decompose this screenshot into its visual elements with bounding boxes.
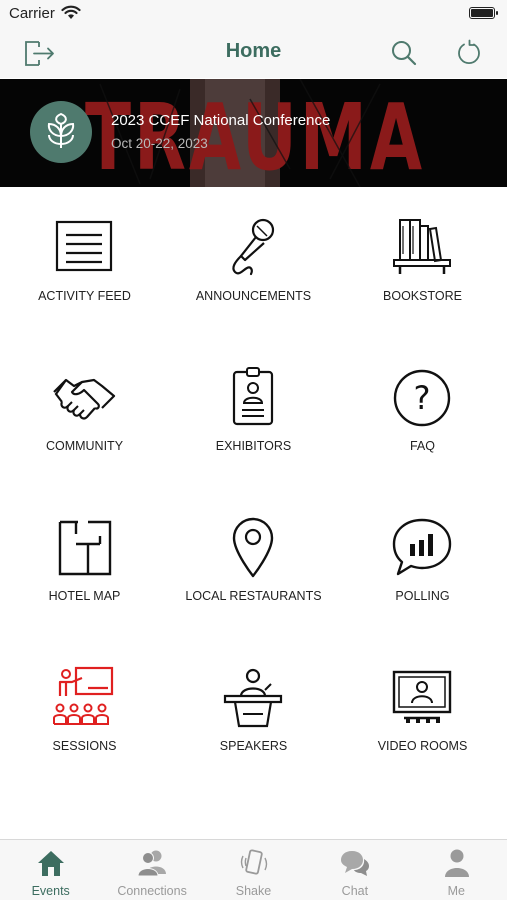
event-banner[interactable]: TRAUMA 2023 CCEF National Conference Oct… xyxy=(0,79,507,187)
tab-label: Me xyxy=(447,884,465,898)
people-icon xyxy=(137,850,167,877)
video-room-icon xyxy=(392,670,452,723)
carrier-label: Carrier xyxy=(9,5,55,22)
navigation-bar: Home xyxy=(0,28,507,78)
refresh-icon xyxy=(458,39,480,65)
conference-dates: Oct 20-22, 2023 xyxy=(111,136,208,151)
grid-item-speakers[interactable]: SPEAKERS xyxy=(169,638,338,788)
activity-feed-icon xyxy=(55,220,113,272)
grid-item-label: BOOKSTORE xyxy=(383,289,462,303)
conference-logo xyxy=(30,101,92,163)
grid-item-video-rooms[interactable]: VIDEO ROOMS xyxy=(338,638,507,788)
leaf-logo-icon xyxy=(47,112,75,148)
grid-item-faq[interactable]: ? FAQ xyxy=(338,338,507,488)
grid-item-label: LOCAL RESTAURANTS xyxy=(185,589,322,603)
grid-item-community[interactable]: COMMUNITY xyxy=(0,338,169,488)
tab-label: Shake xyxy=(235,884,272,898)
grid-item-bookstore[interactable]: BOOKSTORE xyxy=(338,188,507,338)
tab-bar: Events Connections Shake Chat Me xyxy=(0,839,507,900)
grid-item-polling[interactable]: POLLING xyxy=(338,488,507,638)
refresh-button[interactable] xyxy=(452,36,486,70)
grid-item-label: SPEAKERS xyxy=(219,739,288,753)
grid-item-activity-feed[interactable]: ACTIVITY FEED xyxy=(0,188,169,338)
tab-shake[interactable]: Shake xyxy=(203,840,304,900)
handshake-icon xyxy=(53,378,116,420)
svg-text:?: ? xyxy=(414,379,431,417)
grid-item-exhibitors[interactable]: EXHIBITORS xyxy=(169,338,338,488)
grid-item-label: HOTEL MAP xyxy=(48,589,121,603)
shake-phone-icon xyxy=(240,849,267,875)
grid-item-label: POLLING xyxy=(395,589,450,603)
grid-item-label: ANNOUNCEMENTS xyxy=(195,289,312,303)
map-pin-icon xyxy=(232,517,274,578)
tab-me[interactable]: Me xyxy=(406,840,507,900)
grid-item-sessions[interactable]: SESSIONS xyxy=(0,638,169,788)
podium-speaker-icon xyxy=(223,668,283,728)
poll-chat-icon xyxy=(392,518,452,576)
search-button[interactable] xyxy=(387,36,421,70)
tab-chat[interactable]: Chat xyxy=(304,840,405,900)
grid-item-label: FAQ xyxy=(409,439,435,453)
id-badge-icon xyxy=(232,367,274,426)
grid-item-label: ACTIVITY FEED xyxy=(38,289,131,303)
microphone-icon xyxy=(232,218,275,276)
wifi-icon xyxy=(61,5,81,19)
feature-grid: ACTIVITY FEED ANNOUNCEMENTS BOOKSTORE CO… xyxy=(0,188,507,839)
tab-connections[interactable]: Connections xyxy=(101,840,202,900)
grid-item-label: SESSIONS xyxy=(52,739,117,753)
status-bar: Carrier xyxy=(0,0,507,28)
search-icon xyxy=(392,41,417,66)
battery-icon xyxy=(469,7,498,19)
tab-label: Chat xyxy=(341,884,369,898)
presentation-audience-icon xyxy=(53,666,114,725)
grid-item-label: VIDEO ROOMS xyxy=(377,739,468,753)
grid-item-label: COMMUNITY xyxy=(45,439,124,453)
question-mark-icon: ? xyxy=(393,369,451,427)
grid-item-label: EXHIBITORS xyxy=(215,439,292,453)
tab-events[interactable]: Events xyxy=(0,840,101,900)
grid-item-local-restaurants[interactable]: LOCAL RESTAURANTS xyxy=(169,488,338,638)
grid-item-announcements[interactable]: ANNOUNCEMENTS xyxy=(169,188,338,338)
grid-item-hotel-map[interactable]: HOTEL MAP xyxy=(0,488,169,638)
page-title: Home xyxy=(225,40,282,62)
chat-bubbles-icon xyxy=(341,851,370,876)
conference-title: 2023 CCEF National Conference xyxy=(111,112,331,129)
tab-label: Connections xyxy=(117,884,187,898)
bookshelf-icon xyxy=(393,219,451,274)
person-icon xyxy=(444,849,469,877)
tab-label: Events xyxy=(31,884,70,898)
house-icon xyxy=(38,851,64,876)
floor-plan-icon xyxy=(58,520,112,576)
